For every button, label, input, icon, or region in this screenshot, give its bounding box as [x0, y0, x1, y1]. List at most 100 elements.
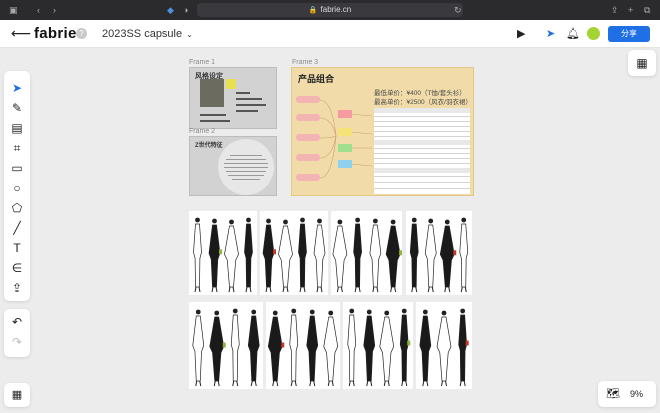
fashion-figure: [379, 310, 395, 387]
layers-icon[interactable]: ▦: [4, 383, 30, 407]
fashion-figure: [347, 308, 357, 387]
fashion-figure: [353, 217, 362, 293]
frame-icon[interactable]: ▤: [4, 121, 30, 135]
fashion-figure: [192, 309, 205, 387]
fashion-figure: [399, 308, 411, 387]
fashion-figure: [306, 309, 319, 387]
undo-icon[interactable]: ↶: [4, 315, 30, 329]
fashion-sketch-panel[interactable]: [343, 302, 413, 389]
zoom-level: 9%: [630, 389, 644, 399]
lock-icon: 🔒: [308, 7, 318, 14]
fashion-figure: [247, 309, 260, 387]
reload-icon[interactable]: ↻: [454, 5, 462, 15]
avatar[interactable]: [587, 27, 600, 40]
forward-arrow-icon[interactable]: ›: [53, 5, 56, 15]
app-logo: fabrie: [34, 25, 77, 42]
history-controls: ↶ ↷: [4, 309, 30, 357]
app-header: ⟵ fabrie ? 2023SS capsule ⌄ ▶ ➤ 🔔︎ 分享: [0, 20, 660, 48]
fashion-sketch-panel[interactable]: [189, 211, 257, 295]
fashion-figure: [332, 219, 348, 293]
zoom-control[interactable]: 🗺︎ 9%: [598, 381, 656, 407]
circle-icon[interactable]: ○: [4, 181, 30, 195]
fashion-sketch-panel[interactable]: [189, 302, 263, 389]
fashion-figure: [298, 217, 307, 293]
fashion-figure: [230, 308, 240, 387]
tab-overview-icon[interactable]: ⧉: [644, 5, 650, 15]
pen-icon[interactable]: ✎: [4, 101, 30, 115]
line-icon[interactable]: ╱: [4, 221, 30, 235]
sticky-note-icon[interactable]: ▭: [4, 161, 30, 175]
frame-label: Frame 1: [189, 59, 216, 66]
fashion-figure: [424, 218, 437, 293]
mind-map: [296, 96, 373, 181]
fashion-sketch-panel[interactable]: [416, 302, 472, 389]
tool-palette: ➤ ✎ ▤ ⌗ ▭ ○ ⬠ ╱ T ∈ ⇪: [4, 71, 30, 301]
fashion-figure: [193, 217, 202, 293]
minimap-icon[interactable]: 🗺︎: [606, 381, 620, 407]
shield-icon[interactable]: ◆: [167, 5, 174, 15]
frame-gen-z[interactable]: Z世代特征: [189, 136, 277, 196]
fashion-figure: [267, 310, 285, 387]
fashion-figures: [193, 217, 253, 293]
frame-title: Z世代特征: [195, 143, 223, 149]
fashion-sketch-panel[interactable]: [406, 211, 472, 295]
fashion-figure: [459, 217, 469, 293]
fashion-figure: [209, 310, 226, 387]
address-bar[interactable]: 🔒 fabrie.cn: [197, 3, 463, 17]
text-circle: [218, 139, 274, 195]
new-tab-icon[interactable]: +: [628, 5, 633, 15]
fashion-figures: [332, 217, 402, 293]
fashion-sketch-panel[interactable]: [266, 302, 340, 389]
fashion-figure: [369, 218, 382, 293]
fashion-figure: [439, 219, 457, 293]
pentagon-icon[interactable]: ⬠: [4, 201, 30, 215]
upload-icon[interactable]: ⇪: [4, 281, 30, 295]
fashion-figure: [289, 308, 299, 387]
fashion-figure: [419, 309, 432, 387]
mood-image: [200, 79, 224, 107]
present-icon[interactable]: ▶: [517, 28, 525, 40]
pointer-icon[interactable]: ➤: [4, 81, 30, 95]
project-title-dropdown[interactable]: 2023SS capsule ⌄: [102, 27, 193, 42]
fashion-figure: [323, 310, 339, 387]
crop-icon[interactable]: ⌗: [4, 141, 30, 155]
share-sheet-icon[interactable]: ⇪: [611, 5, 619, 15]
max-price: 最高单价：¥2500（风衣/羽衣裙）: [374, 99, 472, 106]
fashion-figure: [208, 218, 222, 293]
fashion-figure: [409, 217, 419, 293]
frame-style-setting[interactable]: 风格设定: [189, 67, 277, 129]
fashion-figure: [385, 219, 402, 293]
fashion-figure: [436, 310, 452, 387]
frame-product-combo[interactable]: 产品组合 最低单价：¥400（T恤/套头衫） 最高单价：¥2500（风衣/羽衣裙…: [291, 67, 474, 196]
fashion-figure: [278, 219, 293, 293]
project-title: 2023SS capsule: [102, 28, 183, 40]
connector-icon[interactable]: ∈: [4, 261, 30, 275]
share-button[interactable]: 分享: [608, 26, 650, 42]
notification-bell-icon[interactable]: 🔔︎: [566, 28, 580, 40]
cursor-follow-icon[interactable]: ➤: [546, 28, 555, 40]
extension-icon[interactable]: ◑: [183, 5, 188, 15]
fashion-figures: [267, 308, 339, 387]
text-icon[interactable]: T: [4, 241, 30, 255]
fashion-figure: [363, 309, 376, 387]
fashion-figure: [262, 218, 276, 293]
fashion-figures: [347, 308, 411, 387]
fashion-sketch-panel[interactable]: [260, 211, 328, 295]
fashion-figures: [409, 217, 469, 293]
back-button[interactable]: ⟵: [11, 25, 31, 41]
back-arrow-icon[interactable]: ‹: [37, 5, 40, 15]
help-icon[interactable]: ?: [76, 28, 87, 39]
fashion-figure: [313, 218, 326, 293]
product-table: [374, 108, 470, 194]
frame-label: Frame 2: [189, 128, 216, 135]
frame-label: Frame 3: [292, 59, 319, 66]
fashion-sketch-panel[interactable]: [331, 211, 402, 295]
sidebar-toggle-icon[interactable]: ▣: [9, 5, 18, 15]
fashion-figures: [262, 217, 326, 293]
url-text: fabrie.cn: [320, 5, 352, 14]
fashion-figure: [244, 217, 253, 293]
redo-icon[interactable]: ↷: [4, 335, 30, 349]
min-price: 最低单价：¥400（T恤/套头衫）: [374, 90, 466, 97]
table-view-icon[interactable]: ▦: [628, 50, 656, 76]
fashion-figure: [224, 219, 239, 293]
